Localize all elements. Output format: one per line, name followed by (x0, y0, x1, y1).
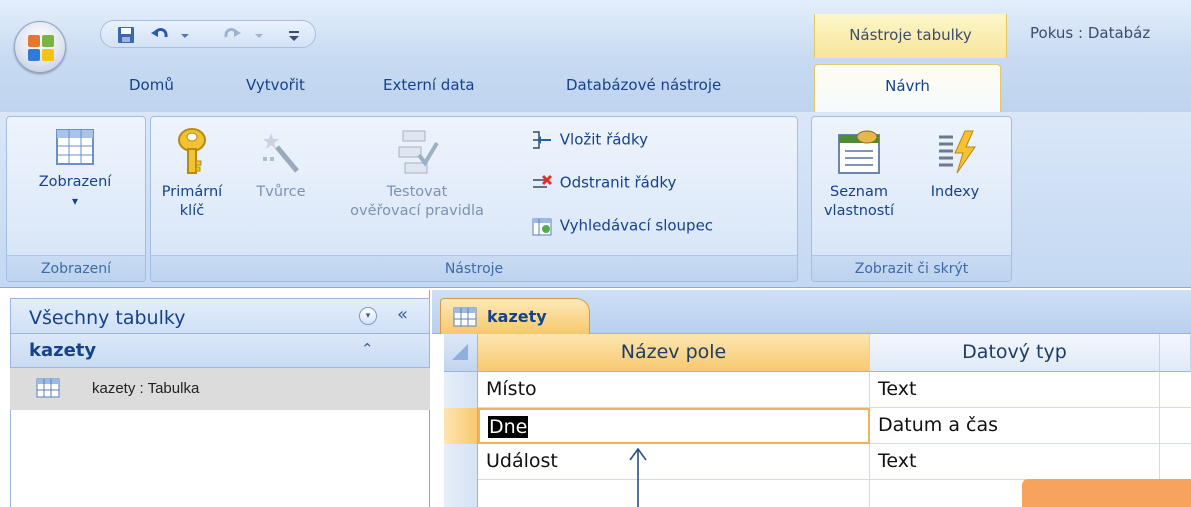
title-bar: Nástroje tabulky Pokus : Databáz (0, 0, 1191, 62)
delete-rows-icon (533, 174, 553, 188)
tab-create[interactable]: Vytvořit (246, 76, 305, 94)
office-button[interactable] (14, 21, 66, 73)
property-sheet-button[interactable]: Seznam vlastností (818, 127, 900, 221)
field-name-cell[interactable]: Místo (478, 372, 870, 408)
tab-database-tools[interactable]: Databázové nástroje (566, 76, 721, 94)
views-group: Zobrazení ▾ Zobrazení (6, 116, 146, 282)
lookup-column-button[interactable]: Vyhledávací sloupec (531, 215, 713, 245)
delete-rows-label: Odstranit řádky (559, 173, 677, 192)
tools-group: Primární klíč Tvůrce Testovat ověřovací … (150, 116, 798, 282)
save-icon[interactable] (115, 24, 137, 46)
data-type-cell[interactable]: Text (870, 372, 1160, 408)
undo-icon[interactable] (149, 24, 171, 46)
insert-rows-button[interactable]: Vložit řádky (531, 129, 648, 159)
nav-item-label: kazety : Tabulka (92, 380, 200, 397)
tools-group-label: Nástroje (151, 255, 797, 281)
builder-wand-icon (263, 133, 299, 173)
document-tab-kazety[interactable]: kazety (440, 298, 590, 334)
property-sheet-label-line2: vlastností (823, 203, 895, 219)
row-selector[interactable] (444, 372, 478, 408)
view-button-label: Zobrazení (38, 174, 112, 190)
annotation-callout-box (1022, 479, 1191, 507)
table-design-document: kazety Název pole Datový typ Místo Text … (432, 290, 1191, 507)
builder-button[interactable]: Tvůrce (243, 127, 319, 202)
customize-toolbar-icon[interactable] (287, 24, 301, 46)
nav-pane-border (10, 410, 11, 507)
description-cell[interactable] (1160, 408, 1191, 444)
delete-rows-button[interactable]: Odstranit řádky (531, 172, 676, 202)
navigation-pane: Všechny tabulky ▾ « kazety ⌃ kazety : Ta… (0, 290, 430, 507)
nav-group-title: kazety (29, 340, 97, 361)
insert-rows-label: Vložit řádky (559, 130, 648, 149)
column-header-data-type[interactable]: Datový typ (870, 334, 1160, 372)
table-row: Událost Text (444, 444, 1191, 480)
ribbon: Zobrazení ▾ Zobrazení Primární klíč Tvůr… (0, 112, 1191, 288)
indexes-label: Indexy (930, 184, 980, 200)
field-name-cell[interactable] (478, 480, 870, 507)
description-cell[interactable] (1160, 444, 1191, 480)
undo-dropdown-icon[interactable] (179, 24, 191, 46)
show-hide-group: Seznam vlastností Indexy Zobrazit či skr… (811, 116, 1012, 282)
property-sheet-icon (838, 130, 880, 174)
field-name-cell[interactable]: Událost (478, 444, 870, 480)
views-group-label: Zobrazení (7, 255, 145, 281)
nav-pane-title: Všechny tabulky (29, 307, 186, 329)
datasheet-view-icon (56, 129, 94, 165)
table-row: Místo Text (444, 372, 1191, 408)
nav-group-header[interactable]: kazety ⌃ (10, 334, 430, 368)
table-icon (36, 378, 60, 398)
tab-external-data[interactable]: Externí data (383, 76, 475, 94)
chevron-down-icon: ▾ (71, 194, 79, 208)
primary-key-button[interactable]: Primární klíč (157, 127, 227, 221)
primary-key-label-line2: klíč (179, 203, 205, 219)
redo-icon[interactable] (221, 24, 243, 46)
quick-access-toolbar (100, 20, 316, 48)
document-tab-strip: kazety (432, 290, 1191, 334)
description-cell[interactable] (1160, 372, 1191, 408)
tab-home[interactable]: Domů (129, 76, 174, 94)
show-hide-group-label: Zobrazit či skrýt (812, 255, 1011, 281)
row-selector[interactable] (444, 444, 478, 480)
data-type-cell[interactable]: Datum a čas (870, 408, 1160, 444)
validation-rules-icon (398, 130, 439, 174)
field-name-cell-active[interactable]: Dne (478, 408, 870, 444)
select-all-icon (452, 344, 468, 360)
test-rules-label-line1: Testovat (386, 184, 448, 200)
annotation-arrow-icon (629, 447, 647, 507)
office-logo-icon (28, 35, 54, 61)
view-button[interactable]: Zobrazení ▾ (11, 127, 139, 211)
lookup-column-label: Vyhledávací sloupec (559, 216, 714, 235)
primary-key-label-line1: Primární (161, 184, 223, 200)
nav-item-table[interactable]: kazety : Tabulka (10, 368, 430, 410)
indexes-icon (939, 130, 976, 174)
test-validation-rules-button[interactable]: Testovat ověřovací pravidla (323, 127, 511, 221)
column-header-description[interactable] (1160, 334, 1191, 372)
nav-pane-header[interactable]: Všechny tabulky ▾ « (10, 298, 430, 334)
insert-rows-icon (533, 131, 551, 149)
contextual-tab-label: Nástroje tabulky (814, 14, 1007, 58)
select-all-corner[interactable] (444, 334, 478, 372)
row-selector[interactable] (444, 408, 478, 444)
key-icon (178, 128, 206, 174)
nav-menu-dropdown-icon[interactable]: ▾ (359, 307, 377, 325)
shutter-bar-close-icon[interactable]: « (397, 304, 408, 325)
tab-design[interactable]: Návrh (814, 64, 1001, 112)
indexes-button[interactable]: Indexy (916, 127, 994, 202)
property-sheet-label-line1: Seznam (830, 184, 888, 200)
row-selector[interactable] (444, 480, 478, 507)
test-rules-label-line2: ověřovací pravidla (350, 203, 484, 219)
table-row: Dne Datum a čas (444, 408, 1191, 444)
document-tab-label: kazety (487, 307, 547, 326)
builder-label: Tvůrce (256, 184, 306, 200)
table-icon (453, 307, 477, 327)
selected-text: Dne (488, 416, 529, 438)
collapse-group-icon[interactable]: ⌃ (361, 340, 374, 358)
lookup-column-icon (532, 218, 552, 236)
ribbon-tab-strip: Domů Vytvořit Externí data Databázové ná… (0, 62, 1191, 112)
column-header-field-name[interactable]: Název pole (478, 334, 870, 372)
redo-dropdown-icon[interactable] (253, 24, 265, 46)
window-title: Pokus : Databáz (1030, 24, 1151, 42)
data-type-cell[interactable]: Text (870, 444, 1160, 480)
